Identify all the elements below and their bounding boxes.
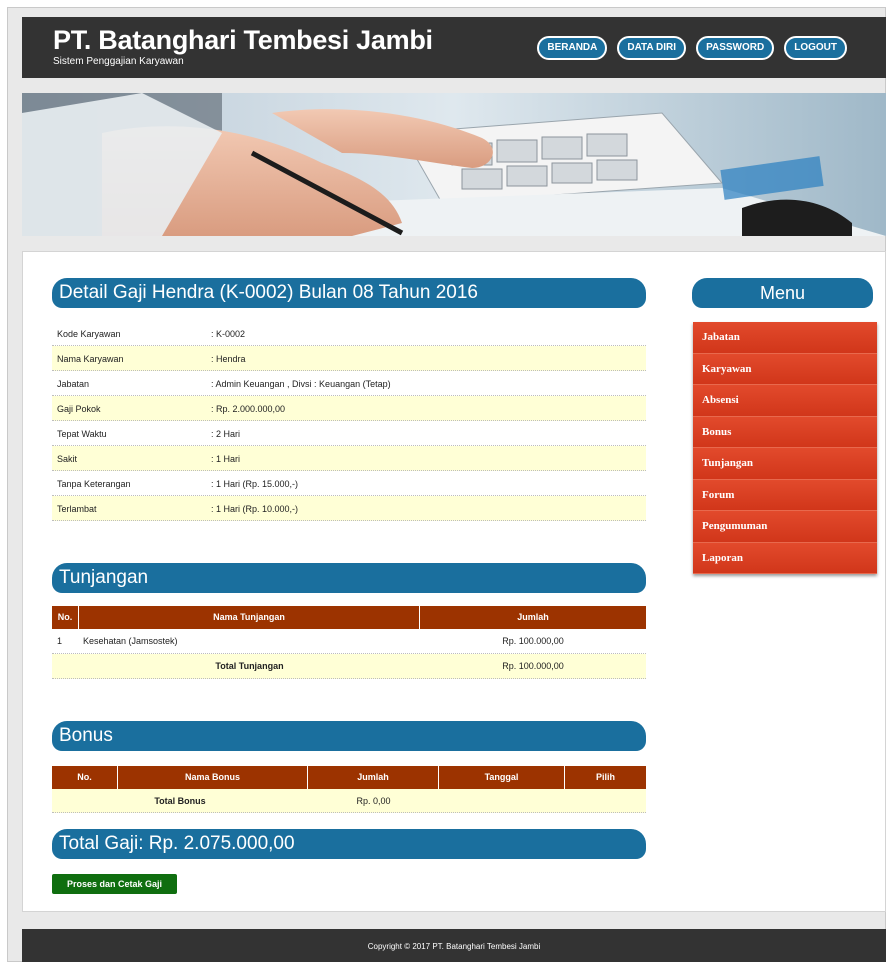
bonus-heading: Bonus: [52, 721, 646, 751]
detail-label: Sakit: [57, 454, 78, 464]
site-header: PT. Batanghari Tembesi Jambi Sistem Peng…: [22, 17, 886, 78]
detail-value: : Admin Keuangan , Divsi : Keuangan (Tet…: [211, 379, 391, 389]
table-row: 1 Kesehatan (Jamsostek) Rp. 100.000,00: [52, 629, 646, 654]
menu-heading: Menu: [692, 278, 873, 308]
sidebar-item-bonus[interactable]: Bonus: [693, 416, 877, 448]
tunjangan-heading: Tunjangan: [52, 563, 646, 593]
sidebar-item-karyawan[interactable]: Karyawan: [693, 353, 877, 385]
sidebar-item-absensi[interactable]: Absensi: [693, 385, 877, 417]
detail-value: : Hendra: [211, 354, 246, 364]
column-header: Jumlah: [308, 766, 439, 789]
site-title: PT. Batanghari Tembesi Jambi: [53, 25, 433, 55]
detail-label: Terlambat: [57, 504, 97, 514]
tunjangan-table-header: No. Nama Tunjangan Jumlah: [52, 606, 646, 629]
sidebar-item-tunjangan[interactable]: Tunjangan: [693, 448, 877, 480]
detail-row-tanpa-keterangan: Tanpa Keterangan : 1 Hari (Rp. 15.000,-): [52, 471, 646, 496]
row-nama: Kesehatan (Jamsostek): [83, 636, 178, 646]
sidebar-item-forum[interactable]: Forum: [693, 479, 877, 511]
column-header: Tanggal: [439, 766, 565, 789]
detail-value: : K-0002: [211, 329, 246, 339]
detail-label: Nama Karyawan: [57, 354, 124, 364]
detail-value: : 2 Hari: [211, 429, 241, 439]
sidebar-menu: Jabatan Karyawan Absensi Bonus Tunjangan…: [693, 322, 877, 574]
row-jumlah: Rp. 100.000,00: [502, 636, 564, 646]
detail-row-jabatan: Jabatan : Admin Keuangan , Divsi : Keuan…: [52, 371, 646, 396]
nav-logout-button[interactable]: LOGOUT: [784, 36, 847, 60]
total-label: Total Tunjangan: [215, 661, 284, 671]
detail-row-gaji-pokok: Gaji Pokok : Rp. 2.000.000,00: [52, 396, 646, 421]
total-value: Rp. 0,00: [356, 796, 391, 806]
column-header: No.: [52, 606, 79, 629]
detail-value: : 1 Hari: [211, 454, 241, 464]
detail-row-tepat-waktu: Tepat Waktu : 2 Hari: [52, 421, 646, 446]
sidebar-item-laporan[interactable]: Laporan: [693, 542, 877, 574]
detail-value: : 1 Hari (Rp. 15.000,-): [211, 479, 299, 489]
detail-row-terlambat: Terlambat : 1 Hari (Rp. 10.000,-): [52, 496, 646, 521]
detail-label: Jabatan: [57, 379, 90, 389]
detail-label: Tepat Waktu: [57, 429, 107, 439]
detail-row-kode: Kode Karyawan : K-0002: [52, 321, 646, 346]
total-value: Rp. 100.000,00: [502, 661, 564, 671]
tunjangan-total-row: Total Tunjangan Rp. 100.000,00: [52, 654, 646, 679]
column-header: Nama Bonus: [118, 766, 308, 789]
column-header: Jumlah: [517, 612, 549, 622]
total-label: Total Bonus: [154, 796, 206, 806]
site-footer: Copyright © 2017 PT. Batanghari Tembesi …: [22, 929, 886, 962]
print-salary-button[interactable]: Proses dan Cetak Gaji: [52, 874, 177, 894]
detail-value: : Rp. 2.000.000,00: [211, 404, 286, 414]
row-no: 1: [57, 636, 63, 646]
nav-password-button[interactable]: PASSWORD: [696, 36, 775, 60]
site-subtitle: Sistem Penggajian Karyawan: [53, 56, 184, 67]
hero-banner-image: [22, 93, 886, 236]
employee-detail-list: Kode Karyawan : K-0002 Nama Karyawan : H…: [52, 321, 646, 521]
detail-label: Gaji Pokok: [57, 404, 101, 414]
top-nav: BERANDA DATA DIRI PASSWORD LOGOUT: [537, 36, 847, 60]
detail-row-sakit: Sakit : 1 Hari: [52, 446, 646, 471]
column-header: No.: [52, 766, 118, 789]
detail-value: : 1 Hari (Rp. 10.000,-): [211, 504, 299, 514]
bonus-total-row: Total Bonus Rp. 0,00: [52, 789, 646, 813]
detail-label: Tanpa Keterangan: [57, 479, 131, 489]
detail-heading: Detail Gaji Hendra (K-0002) Bulan 08 Tah…: [52, 278, 646, 308]
column-header: Pilih: [595, 772, 615, 782]
sidebar-item-jabatan[interactable]: Jabatan: [693, 322, 877, 354]
nav-data-diri-button[interactable]: DATA DIRI: [617, 36, 687, 60]
detail-row-nama: Nama Karyawan : Hendra: [52, 346, 646, 371]
sidebar-item-pengumuman[interactable]: Pengumuman: [693, 511, 877, 543]
bonus-table-header: No. Nama Bonus Jumlah Tanggal Pilih: [52, 766, 646, 789]
detail-label: Kode Karyawan: [57, 329, 121, 339]
total-gaji-heading: Total Gaji: Rp. 2.075.000,00: [52, 829, 646, 859]
column-header: Nama Tunjangan: [79, 606, 420, 629]
nav-beranda-button[interactable]: BERANDA: [537, 36, 608, 60]
